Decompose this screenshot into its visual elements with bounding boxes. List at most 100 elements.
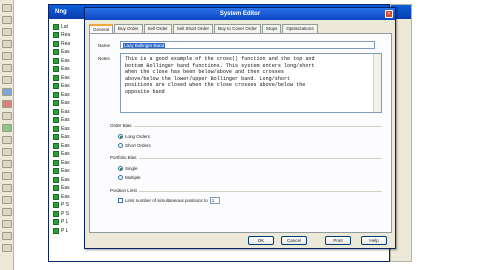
tab-optimizations[interactable]: Optimizations bbox=[282, 24, 318, 33]
help-button[interactable]: Help bbox=[361, 236, 387, 245]
single-option[interactable]: Single bbox=[118, 166, 138, 171]
name-label: Name bbox=[98, 43, 111, 48]
toolbar-button[interactable] bbox=[2, 76, 12, 84]
toolbar-button[interactable] bbox=[2, 100, 12, 108]
list-item-label: Eas bbox=[61, 91, 70, 98]
toolbar-button[interactable] bbox=[2, 232, 12, 240]
check-icon bbox=[53, 142, 59, 149]
toolbar-button[interactable] bbox=[2, 16, 12, 24]
check-icon bbox=[53, 91, 59, 98]
list-item-label: P L bbox=[61, 227, 69, 234]
list-item-label: Eas bbox=[61, 159, 70, 166]
toolbar-button[interactable] bbox=[2, 88, 12, 96]
close-icon[interactable]: × bbox=[385, 10, 393, 18]
tab-bar: General Buy Order Sell Order Sell Short … bbox=[89, 24, 319, 33]
name-field[interactable]: Lazy Bollinger Band bbox=[120, 41, 375, 49]
list-item-label: Eas bbox=[61, 125, 70, 132]
check-icon bbox=[53, 210, 59, 217]
position-limit-option[interactable]: Limit number of simultaneous positions t… bbox=[118, 197, 220, 204]
check-icon bbox=[53, 227, 59, 234]
check-icon bbox=[53, 108, 59, 115]
short-orders-radio[interactable] bbox=[118, 143, 123, 148]
toolbar-button[interactable] bbox=[2, 208, 12, 216]
position-limit-checkbox[interactable] bbox=[118, 198, 123, 203]
list-item-label: Eas bbox=[61, 117, 70, 123]
check-icon bbox=[53, 159, 59, 166]
notes-line: when the close has been below/above and … bbox=[125, 69, 284, 76]
order-bias-group: Order Bias bbox=[110, 123, 382, 128]
notes-scrollbar[interactable] bbox=[373, 54, 381, 112]
tab-sell-short-order[interactable]: Sell Short Order bbox=[172, 24, 214, 33]
single-radio[interactable] bbox=[118, 166, 123, 171]
list-item-label: Eas bbox=[61, 108, 70, 115]
toolbar-button[interactable] bbox=[2, 52, 12, 60]
list-item-label: P S bbox=[61, 202, 69, 208]
notes-line: opposite band bbox=[125, 88, 165, 95]
list-item-label: Eas bbox=[61, 142, 70, 149]
check-icon bbox=[53, 74, 59, 81]
ok-button[interactable]: OK bbox=[248, 236, 274, 245]
notes-line: bottom Bollinger band functions. This sy… bbox=[125, 62, 315, 69]
tab-buy-to-cover-order[interactable]: Buy to Cover Order bbox=[214, 24, 261, 33]
list-item-label: Rea bbox=[61, 32, 71, 38]
check-icon bbox=[53, 193, 59, 200]
list-item-label: Eas bbox=[61, 49, 70, 55]
toolbar-button[interactable] bbox=[2, 196, 12, 204]
notes-line: positions are closed when the close cros… bbox=[125, 82, 306, 89]
tab-stops[interactable]: Stops bbox=[261, 24, 282, 33]
multiple-radio[interactable] bbox=[118, 175, 123, 180]
multiple-option[interactable]: Multiple bbox=[118, 175, 141, 180]
position-limit-title: Position Limit bbox=[110, 188, 139, 193]
multiple-label: Multiple bbox=[125, 175, 141, 180]
toolbar-button[interactable] bbox=[2, 28, 12, 36]
list-item-label: Eas bbox=[61, 151, 70, 157]
toolbar-button[interactable] bbox=[2, 220, 12, 228]
notes-field[interactable]: This is a good example of the cross() fu… bbox=[120, 53, 382, 113]
check-icon bbox=[53, 23, 59, 30]
order-bias-title: Order Bias bbox=[110, 123, 134, 128]
list-item-label: Eas bbox=[61, 83, 70, 89]
list-item-label: Eas bbox=[61, 100, 70, 106]
check-icon bbox=[53, 49, 59, 55]
system-editor-dialog: System Editor × General Buy Order Sell O… bbox=[84, 7, 396, 249]
toolbar-button[interactable] bbox=[2, 40, 12, 48]
long-orders-option[interactable]: Long Orders bbox=[118, 134, 150, 139]
long-orders-radio[interactable] bbox=[118, 134, 123, 139]
toolbar-button[interactable] bbox=[2, 160, 12, 168]
tab-buy-order[interactable]: Buy Order bbox=[114, 24, 143, 33]
tab-sell-order[interactable]: Sell Order bbox=[143, 24, 172, 33]
general-panel: Name Lazy Bollinger Band Notes This is a… bbox=[89, 33, 392, 233]
toolbar-button[interactable] bbox=[2, 172, 12, 180]
list-item-label: Lat bbox=[61, 23, 68, 30]
list-item-label: Eas bbox=[61, 74, 70, 81]
check-icon bbox=[53, 40, 59, 47]
check-icon bbox=[53, 66, 59, 72]
check-icon bbox=[53, 57, 59, 64]
list-item-label: Eas bbox=[61, 168, 70, 174]
toolbar-button[interactable] bbox=[2, 112, 12, 120]
tab-general[interactable]: General bbox=[89, 24, 114, 33]
toolbar-button[interactable] bbox=[2, 64, 12, 72]
toolbar-button[interactable] bbox=[2, 148, 12, 156]
cancel-button[interactable]: Cancel bbox=[281, 236, 307, 245]
check-icon bbox=[53, 202, 59, 208]
notes-label: Notes bbox=[98, 56, 110, 61]
check-icon bbox=[53, 151, 59, 157]
toolbar-button[interactable] bbox=[2, 136, 12, 144]
portfolio-bias-group: Portfolio Bias bbox=[110, 155, 382, 160]
list-item-label: Eas bbox=[61, 193, 70, 200]
list-item-label: P L bbox=[61, 219, 69, 225]
print-button[interactable]: Print bbox=[325, 236, 351, 245]
toolbar-button[interactable] bbox=[2, 244, 12, 252]
short-orders-option[interactable]: Short Orders bbox=[118, 143, 151, 148]
toolbar-button[interactable] bbox=[2, 184, 12, 192]
toolbar-button[interactable] bbox=[2, 124, 12, 132]
position-limit-group: Position Limit bbox=[110, 188, 382, 193]
left-toolbar bbox=[0, 0, 14, 270]
check-icon bbox=[53, 219, 59, 225]
position-limit-input[interactable]: 1 bbox=[209, 197, 220, 204]
toolbar-button[interactable] bbox=[2, 4, 12, 12]
notes-line: This is a good example of the cross() fu… bbox=[125, 56, 315, 62]
check-icon bbox=[53, 125, 59, 132]
check-icon bbox=[53, 168, 59, 174]
